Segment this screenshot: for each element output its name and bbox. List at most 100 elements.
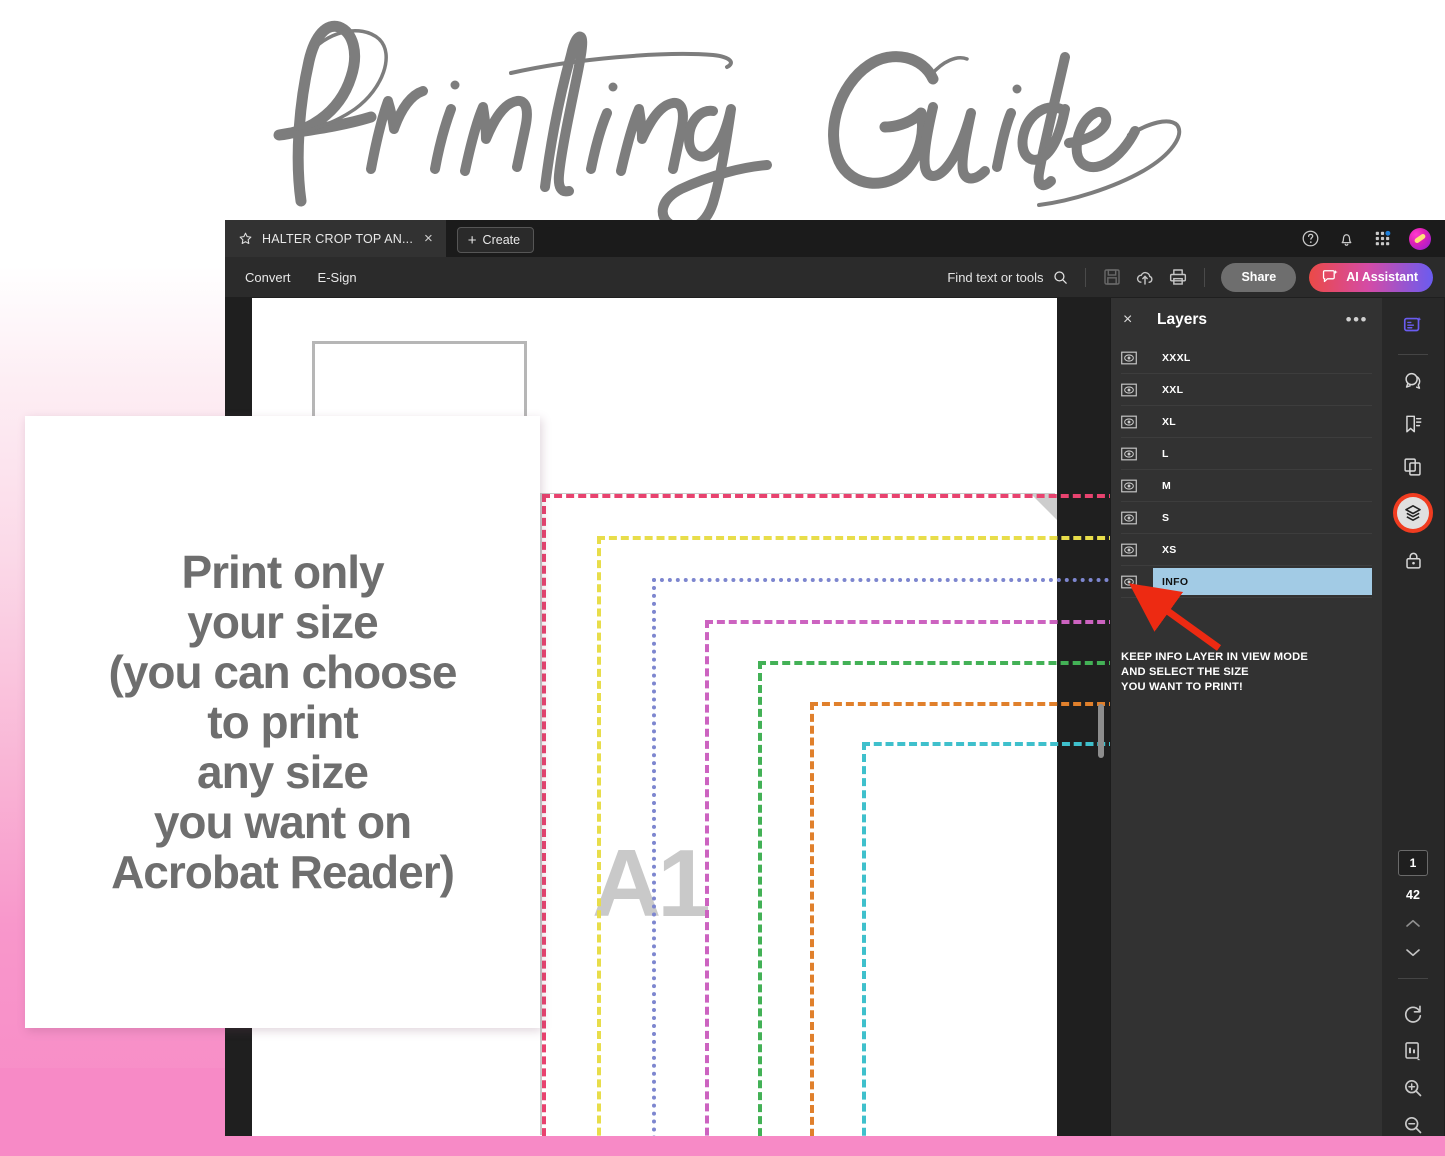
layer-row-s[interactable]: S — [1121, 502, 1372, 534]
more-options-icon[interactable]: ••• — [1346, 311, 1368, 328]
command-bar: Convert E-Sign Find text or tools Share … — [225, 257, 1445, 298]
bookmarks-icon[interactable] — [1396, 407, 1430, 441]
user-avatar[interactable] — [1409, 227, 1431, 250]
notifications-bell-icon[interactable] — [1337, 229, 1356, 248]
note-line-3: YOU WANT TO PRINT! — [1121, 680, 1243, 693]
layer-row-xxxl[interactable]: XXXL — [1121, 342, 1372, 374]
menu-convert[interactable]: Convert — [245, 270, 291, 285]
layer-row-xs[interactable]: XS — [1121, 534, 1372, 566]
viewer-scrollbar[interactable] — [1098, 298, 1107, 1136]
layer-name: L — [1162, 447, 1169, 460]
create-button-label: Create — [482, 233, 521, 247]
help-icon[interactable] — [1301, 229, 1320, 248]
callout-line: to print — [207, 695, 358, 748]
page-number-input[interactable]: 1 — [1398, 850, 1428, 876]
page-fit-icon[interactable] — [1402, 1040, 1424, 1062]
star-icon — [239, 232, 252, 245]
layer-row-xl[interactable]: XL — [1121, 406, 1372, 438]
panel-title: Layers — [1157, 311, 1207, 328]
layer-name-cell: L — [1153, 440, 1372, 467]
annotation-note: KEEP INFO LAYER IN VIEW MODE AND SELECT … — [1121, 650, 1376, 694]
comments-icon[interactable] — [1396, 364, 1430, 398]
callout-line: Acrobat Reader) — [111, 846, 455, 899]
cloud-upload-icon[interactable] — [1135, 267, 1155, 287]
pages-copy-icon[interactable] — [1396, 450, 1430, 484]
find-text-or-tools[interactable]: Find text or tools — [947, 269, 1069, 286]
note-line-2: AND SELECT THE SIZE — [1121, 665, 1249, 678]
instruction-callout: Print only your size (you can choose to … — [25, 416, 540, 1028]
zoom-out-icon[interactable] — [1402, 1114, 1424, 1136]
scrollbar-thumb[interactable] — [1098, 704, 1104, 758]
callout-line: any size — [197, 746, 369, 799]
find-label: Find text or tools — [947, 269, 1044, 285]
layers-icon[interactable] — [1397, 497, 1429, 529]
divider — [1398, 978, 1428, 979]
size-frame-xs — [862, 742, 1110, 1136]
callout-line: (you can choose — [108, 645, 458, 698]
apps-grid-icon[interactable] — [1373, 229, 1392, 248]
command-bar-actions: Find text or tools Share AI Assistant — [947, 262, 1433, 292]
print-icon[interactable] — [1168, 267, 1188, 287]
plus-icon: + — [467, 231, 477, 249]
layer-name: M — [1162, 479, 1172, 492]
layer-visibility-icon[interactable] — [1121, 575, 1137, 589]
layer-row-info[interactable]: INFO — [1121, 566, 1372, 598]
save-icon[interactable] — [1102, 267, 1122, 287]
callout-line: Print only — [181, 545, 384, 598]
rotate-icon[interactable] — [1402, 1003, 1424, 1025]
ai-assistant-label: AI Assistant — [1346, 270, 1418, 284]
layer-visibility-icon[interactable] — [1121, 351, 1137, 365]
layer-name: XXL — [1162, 383, 1184, 396]
ai-assistant-panel-icon[interactable] — [1396, 308, 1430, 342]
layer-name-cell: S — [1153, 504, 1372, 531]
layer-visibility-icon[interactable] — [1121, 447, 1137, 461]
ai-assistant-button[interactable]: AI Assistant — [1309, 262, 1433, 292]
layer-name: XL — [1162, 415, 1177, 428]
layer-name-cell: INFO — [1153, 568, 1372, 595]
layer-name-cell: XXXL — [1153, 344, 1372, 371]
zoom-in-icon[interactable] — [1402, 1077, 1424, 1099]
document-tab[interactable]: HALTER CROP TOP AN... × — [225, 220, 446, 257]
divider — [1204, 267, 1206, 287]
page-total-label: 42 — [1406, 888, 1420, 902]
layer-row-l[interactable]: L — [1121, 438, 1372, 470]
divider — [1398, 354, 1428, 355]
layers-panel: × Layers ••• XXXL XXL XL L M S XS INFO KEEP INF… — [1098, 298, 1382, 1136]
tabstrip-actions — [1301, 220, 1445, 257]
layer-list: XXXL XXL XL L M S XS INFO — [1111, 342, 1382, 598]
menu-esign[interactable]: E-Sign — [318, 270, 357, 285]
next-page-icon[interactable] — [1404, 946, 1422, 962]
layer-row-xxl[interactable]: XXL — [1121, 374, 1372, 406]
callout-line: you want on — [153, 796, 412, 849]
right-tool-rail: 1 42 — [1382, 298, 1444, 1136]
layer-visibility-icon[interactable] — [1121, 511, 1137, 525]
ai-sparkle-chat-icon — [1323, 269, 1338, 283]
layer-name: XS — [1162, 543, 1177, 556]
protect-lock-icon[interactable] — [1396, 543, 1430, 577]
layer-name-cell: XS — [1153, 536, 1372, 563]
document-page: A1 — [542, 494, 1110, 1136]
divider — [1085, 267, 1087, 287]
layer-name-cell: XL — [1153, 408, 1372, 435]
create-button[interactable]: + Create — [456, 227, 535, 253]
layer-name-cell: XXL — [1153, 376, 1372, 403]
tab-title: HALTER CROP TOP AN... — [262, 231, 414, 246]
close-icon[interactable]: × — [1123, 312, 1143, 328]
layer-visibility-icon[interactable] — [1121, 479, 1137, 493]
layers-panel-header: × Layers ••• — [1111, 298, 1382, 342]
layer-name-cell: M — [1153, 472, 1372, 499]
share-button[interactable]: Share — [1221, 262, 1297, 292]
layer-name: S — [1162, 511, 1170, 524]
layer-visibility-icon[interactable] — [1121, 383, 1137, 397]
layer-name: XXXL — [1162, 351, 1191, 364]
layer-visibility-icon[interactable] — [1121, 415, 1137, 429]
note-line-1: KEEP INFO LAYER IN VIEW MODE — [1121, 651, 1308, 663]
previous-page-icon[interactable] — [1404, 916, 1422, 932]
layer-name: INFO — [1162, 575, 1189, 588]
layer-visibility-icon[interactable] — [1121, 543, 1137, 557]
callout-line: your size — [187, 595, 378, 648]
tab-strip: HALTER CROP TOP AN... × + Create — [225, 220, 1445, 257]
layer-row-m[interactable]: M — [1121, 470, 1372, 502]
close-icon[interactable]: × — [422, 231, 435, 246]
search-icon — [1054, 270, 1068, 284]
